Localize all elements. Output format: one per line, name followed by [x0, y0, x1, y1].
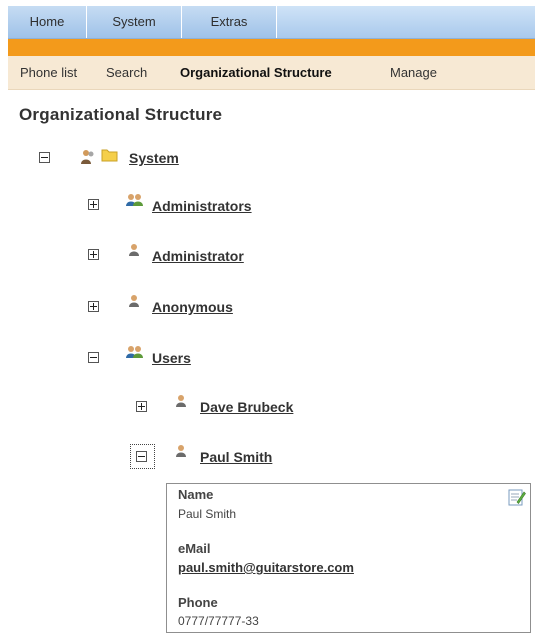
collapse-toggle-users[interactable] — [88, 352, 99, 363]
name-value: Paul Smith — [178, 507, 237, 521]
expand-toggle-anonymous[interactable] — [88, 301, 99, 312]
collapse-toggle-system[interactable] — [39, 152, 50, 163]
expand-toggle-administrators[interactable] — [88, 199, 99, 210]
subnav-organizational-structure[interactable]: Organizational Structure — [180, 56, 332, 89]
org-root-icon — [79, 149, 95, 170]
user-icon — [176, 394, 186, 413]
email-link[interactable]: paul.smith@guitarstore.com — [178, 560, 354, 575]
top-tab-bar: Home System Extras — [8, 6, 535, 39]
subnav-manage[interactable]: Manage — [390, 56, 437, 89]
name-label: Name — [178, 487, 214, 502]
expand-toggle-administrator[interactable] — [88, 249, 99, 260]
subnav-phone-list[interactable]: Phone list — [20, 56, 77, 89]
tree-node-dave-brubeck[interactable]: Dave Brubeck — [200, 399, 293, 415]
tree-node-users[interactable]: Users — [152, 350, 191, 366]
tree-node-anonymous[interactable]: Anonymous — [152, 299, 233, 315]
user-details-panel: Name Paul Smith eMail paul.smith@guitars… — [166, 483, 531, 633]
user-icon — [129, 294, 139, 313]
tree-node-system[interactable]: System — [129, 150, 179, 166]
accent-strip — [8, 39, 535, 56]
user-group-icon — [126, 193, 144, 212]
tree-node-administrators[interactable]: Administrators — [152, 198, 252, 214]
phone-label: Phone — [178, 595, 218, 610]
phone-value: 0777/77777-33 — [178, 614, 259, 628]
folder-icon — [101, 147, 118, 167]
collapse-toggle-paul-smith[interactable] — [136, 451, 147, 462]
tab-system[interactable]: System — [87, 6, 182, 38]
user-icon — [176, 444, 186, 463]
sub-nav: Phone list Search Organizational Structu… — [8, 56, 535, 90]
tree-node-administrator[interactable]: Administrator — [152, 248, 244, 264]
subnav-search[interactable]: Search — [106, 56, 147, 89]
page-title: Organizational Structure — [19, 105, 223, 124]
expand-toggle-dave-brubeck[interactable] — [136, 401, 147, 412]
user-icon — [129, 243, 139, 262]
tree-node-paul-smith[interactable]: Paul Smith — [200, 449, 272, 465]
user-group-icon — [126, 345, 144, 364]
edit-icon[interactable] — [508, 488, 526, 511]
email-label: eMail — [178, 541, 211, 556]
tab-extras[interactable]: Extras — [182, 6, 277, 38]
tab-home[interactable]: Home — [8, 6, 87, 38]
